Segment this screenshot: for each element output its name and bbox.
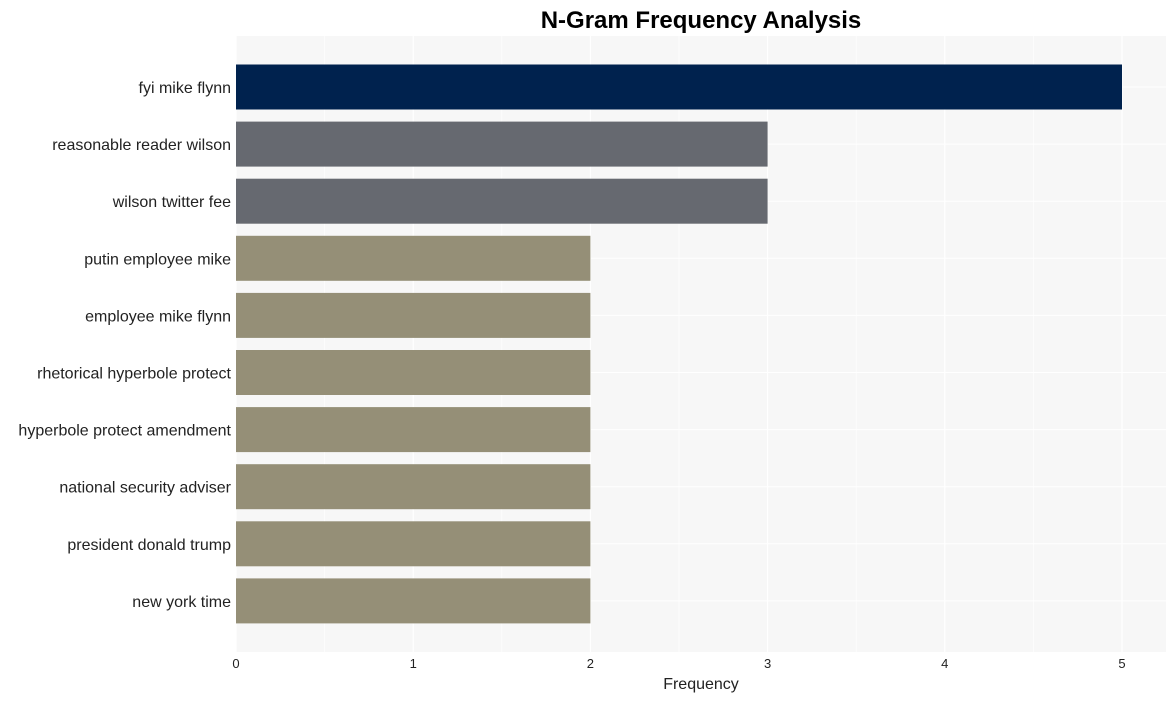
x-tick-label: 1 (410, 656, 417, 671)
x-axis-label: Frequency (663, 676, 739, 693)
x-tick-label: 0 (232, 656, 239, 671)
y-tick-label: putin employee mike (84, 251, 231, 268)
y-tick-label: hyperbole protect amendment (18, 423, 231, 440)
bar (236, 292, 591, 338)
x-tick-labels: 0 1 2 3 4 5 (232, 656, 1125, 671)
y-tick-label: rhetorical hyperbole protect (37, 366, 231, 383)
y-tick-label: fyi mike flynn (139, 80, 231, 97)
ngram-bar-chart: fyi mike flynn reasonable reader wilson wi… (18, 7, 1166, 693)
y-tick-label: reasonable reader wilson (52, 137, 231, 154)
y-tick-label: president donald trump (67, 537, 231, 554)
bar (236, 121, 768, 167)
bar (236, 235, 591, 281)
chart-title: N-Gram Frequency Analysis (541, 7, 862, 34)
bar (236, 578, 591, 624)
x-tick-label: 3 (764, 656, 771, 671)
bar (236, 178, 768, 224)
x-tick-label: 2 (587, 656, 594, 671)
bar (236, 64, 1122, 110)
y-tick-label: national security adviser (59, 480, 231, 497)
y-tick-label: wilson twitter fee (112, 194, 231, 211)
x-tick-label: 5 (1118, 656, 1125, 671)
bar (236, 464, 591, 510)
y-tick-label: employee mike flynn (85, 308, 231, 325)
bar (236, 350, 591, 395)
y-tick-labels: fyi mike flynn reasonable reader wilson wi… (18, 80, 231, 611)
y-tick-label: new york time (132, 594, 231, 611)
bar (236, 407, 591, 453)
x-tick-label: 4 (941, 656, 948, 671)
bar (236, 521, 591, 567)
